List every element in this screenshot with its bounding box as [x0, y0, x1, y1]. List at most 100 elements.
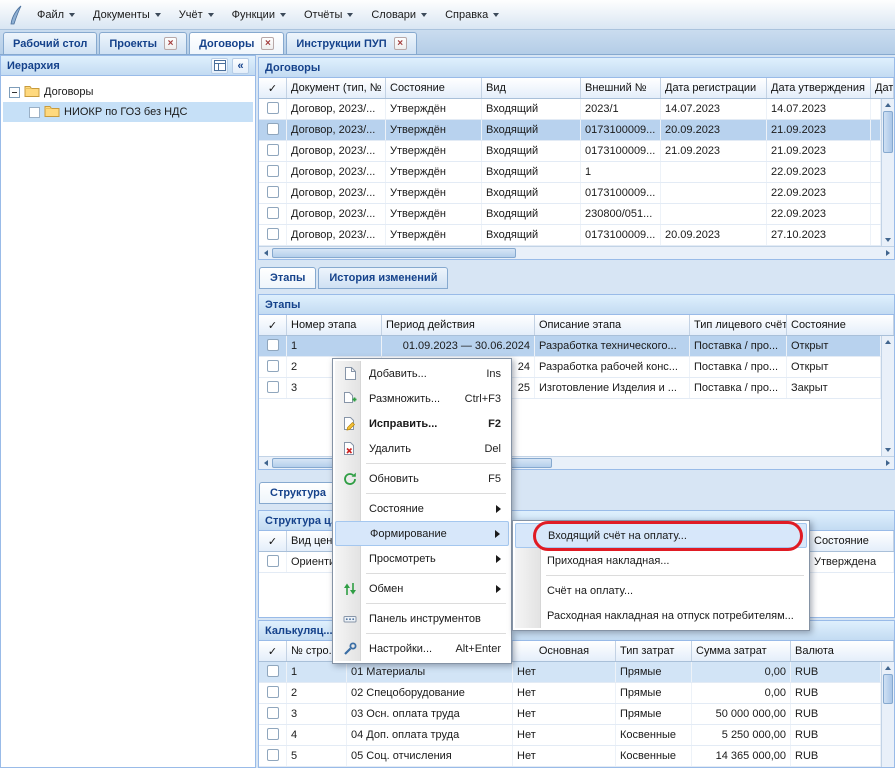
- column-header-external-number[interactable]: Внешний №: [581, 78, 661, 98]
- row-checkbox[interactable]: [267, 728, 279, 740]
- submenu-item-dispatch-note[interactable]: Расходная накладная на отпуск потребител…: [515, 603, 807, 628]
- contract-row[interactable]: Договор, 2023/... Утверждён Входящий 017…: [259, 141, 881, 162]
- row-checkbox[interactable]: [267, 186, 279, 198]
- tab-desktop[interactable]: Рабочий стол: [3, 32, 97, 54]
- column-header-main[interactable]: Основная: [513, 641, 616, 661]
- row-checkbox[interactable]: [267, 686, 279, 698]
- menu-item-duplicate[interactable]: Размножить... Ctrl+F3: [335, 386, 509, 411]
- contract-row[interactable]: Договор, 2023/... Утверждён Входящий 230…: [259, 204, 881, 225]
- menu-dictionaries[interactable]: Словари: [362, 4, 436, 26]
- scroll-up-icon[interactable]: [882, 662, 894, 674]
- menu-reports[interactable]: Отчёты: [295, 4, 362, 26]
- menu-item-refresh[interactable]: Обновить F5: [335, 466, 509, 491]
- collapse-panel-icon[interactable]: «: [232, 58, 249, 74]
- column-header-stage-number[interactable]: Номер этапа: [287, 315, 382, 335]
- row-checkbox[interactable]: [267, 360, 279, 372]
- row-checkbox[interactable]: [267, 228, 279, 240]
- menu-item-generation[interactable]: Формирование: [335, 521, 509, 546]
- submenu-item-payment-invoice[interactable]: Счёт на оплату...: [515, 578, 807, 603]
- tab-instructions-pup[interactable]: Инструкции ПУП×: [286, 32, 416, 54]
- tab-stages[interactable]: Этапы: [259, 267, 316, 289]
- contract-row[interactable]: Договор, 2023/... Утверждён Входящий 1 2…: [259, 162, 881, 183]
- close-icon[interactable]: ×: [261, 37, 274, 50]
- menu-item-exchange[interactable]: Обмен: [335, 576, 509, 601]
- row-checkbox[interactable]: [267, 749, 279, 761]
- column-header-check[interactable]: ✓: [259, 641, 287, 661]
- scrollbar-thumb[interactable]: [272, 248, 516, 258]
- column-header-kind[interactable]: Вид: [482, 78, 581, 98]
- column-header-check[interactable]: ✓: [259, 315, 287, 335]
- row-checkbox[interactable]: [267, 123, 279, 135]
- column-header-cost-type[interactable]: Тип затрат: [616, 641, 692, 661]
- scrollbar-thumb[interactable]: [883, 674, 893, 704]
- tree-node-niokr[interactable]: НИОКР по ГОЗ без НДС: [3, 102, 253, 122]
- row-checkbox[interactable]: [267, 707, 279, 719]
- column-header-account-type[interactable]: Тип лицевого счёт: [690, 315, 787, 335]
- menu-item-settings[interactable]: Настройки... Alt+Enter: [335, 636, 509, 661]
- calc-row-selected[interactable]: 1 01 Материалы Нет Прямые 0,00 RUB: [259, 662, 881, 683]
- scroll-right-icon[interactable]: [881, 247, 894, 259]
- scroll-left-icon[interactable]: [259, 457, 272, 469]
- row-checkbox[interactable]: [267, 665, 279, 677]
- column-header-state[interactable]: Состояние: [810, 531, 894, 551]
- column-header-document[interactable]: Документ (тип, №: [287, 78, 386, 98]
- row-checkbox[interactable]: [267, 339, 279, 351]
- vertical-scrollbar[interactable]: [881, 336, 894, 456]
- contract-row-selected[interactable]: Договор, 2023/... Утверждён Входящий 017…: [259, 120, 881, 141]
- collapse-expander-icon[interactable]: [9, 87, 20, 98]
- tab-structure[interactable]: Структура: [259, 482, 337, 504]
- stage-row-selected[interactable]: 1 01.09.2023 — 30.06.2024 Разработка тех…: [259, 336, 881, 357]
- contract-row[interactable]: Договор, 2023/... Утверждён Входящий 017…: [259, 225, 881, 246]
- menu-item-edit[interactable]: Исправить... F2: [335, 411, 509, 436]
- menu-item-delete[interactable]: Удалить Del: [335, 436, 509, 461]
- menu-file[interactable]: Файл: [28, 4, 84, 26]
- scroll-up-icon[interactable]: [882, 99, 894, 111]
- column-header-check[interactable]: ✓: [259, 531, 287, 551]
- calc-row[interactable]: 5 05 Соц. отчисления Нет Косвенные 14 36…: [259, 746, 881, 767]
- row-checkbox[interactable]: [267, 144, 279, 156]
- column-header-amount[interactable]: Сумма затрат: [692, 641, 791, 661]
- calc-row[interactable]: 4 04 Доп. оплата труда Нет Косвенные 5 2…: [259, 725, 881, 746]
- column-header-check[interactable]: ✓: [259, 78, 287, 98]
- close-icon[interactable]: ×: [164, 37, 177, 50]
- menu-documents[interactable]: Документы: [84, 4, 170, 26]
- row-checkbox[interactable]: [267, 165, 279, 177]
- tab-contracts[interactable]: Договоры×: [189, 32, 284, 54]
- scroll-right-icon[interactable]: [881, 457, 894, 469]
- horizontal-scrollbar[interactable]: [259, 246, 894, 259]
- column-header-registration-date[interactable]: Дата регистрации: [661, 78, 767, 98]
- calc-row[interactable]: 3 03 Осн. оплата труда Нет Прямые 50 000…: [259, 704, 881, 725]
- tab-projects[interactable]: Проекты×: [99, 32, 187, 54]
- calc-row[interactable]: 2 02 Спецоборудование Нет Прямые 0,00 RU…: [259, 683, 881, 704]
- row-checkbox[interactable]: [267, 207, 279, 219]
- scroll-up-icon[interactable]: [882, 336, 894, 348]
- menu-accounting[interactable]: Учёт: [170, 4, 223, 26]
- column-header-state[interactable]: Состояние: [787, 315, 894, 335]
- contract-row[interactable]: Договор, 2023/... Утверждён Входящий 202…: [259, 99, 881, 120]
- column-header-period[interactable]: Период действия: [382, 315, 535, 335]
- contract-row[interactable]: Договор, 2023/... Утверждён Входящий 017…: [259, 183, 881, 204]
- column-header-approval-date[interactable]: Дата утверждения: [767, 78, 871, 98]
- menu-item-state[interactable]: Состояние: [335, 496, 509, 521]
- scroll-down-icon[interactable]: [882, 234, 894, 246]
- column-header-currency[interactable]: Валюта: [791, 641, 894, 661]
- view-settings-icon[interactable]: [211, 58, 228, 74]
- vertical-scrollbar[interactable]: [881, 662, 894, 767]
- scrollbar-thumb[interactable]: [883, 111, 893, 153]
- column-header-state[interactable]: Состояние: [386, 78, 482, 98]
- menu-functions[interactable]: Функции: [223, 4, 295, 26]
- menu-help[interactable]: Справка: [436, 4, 508, 26]
- menu-item-view[interactable]: Просмотреть: [335, 546, 509, 571]
- submenu-item-receipt-note[interactable]: Приходная накладная...: [515, 548, 807, 573]
- row-checkbox[interactable]: [267, 555, 279, 567]
- row-checkbox[interactable]: [267, 102, 279, 114]
- column-header-extra-date[interactable]: Дата: [871, 78, 894, 98]
- submenu-item-incoming-invoice[interactable]: Входящий счёт на оплату...: [515, 523, 807, 548]
- vertical-scrollbar[interactable]: [881, 99, 894, 246]
- tab-history[interactable]: История изменений: [318, 267, 448, 289]
- row-checkbox[interactable]: [267, 381, 279, 393]
- scroll-left-icon[interactable]: [259, 247, 272, 259]
- column-header-description[interactable]: Описание этапа: [535, 315, 690, 335]
- tree-node-contracts[interactable]: Договоры: [3, 82, 253, 102]
- menu-item-toolbar[interactable]: Панель инструментов: [335, 606, 509, 631]
